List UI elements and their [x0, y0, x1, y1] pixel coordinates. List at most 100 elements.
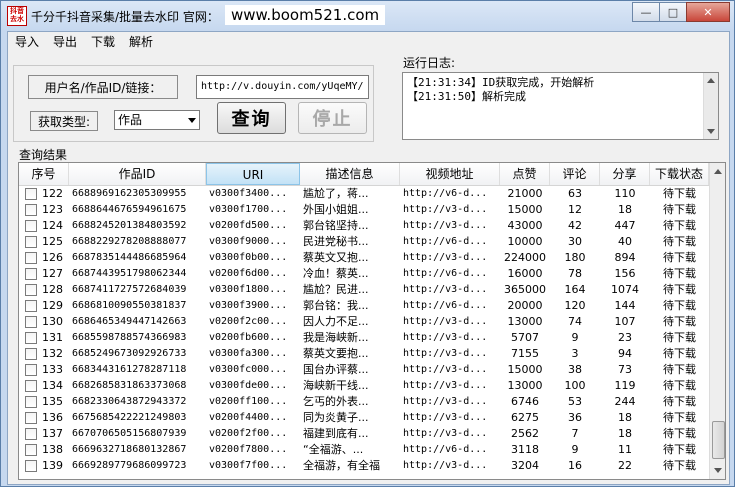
- col-desc: 国台办评蔡...: [303, 363, 369, 376]
- close-button[interactable]: ✕: [686, 2, 730, 22]
- col-shares: 18: [618, 411, 632, 424]
- row-number: 126: [42, 251, 63, 264]
- title-bar[interactable]: 抖音 去水 千分千抖音采集/批量去水印 官网： www.boom521.com …: [1, 1, 734, 31]
- scroll-thumb[interactable]: [712, 421, 725, 459]
- menu-export[interactable]: 导出: [46, 32, 84, 52]
- col-comments: 53: [568, 395, 582, 408]
- col-uri: v0200f7800...: [209, 444, 288, 455]
- row-checkbox[interactable]: [25, 284, 37, 296]
- row-checkbox[interactable]: [25, 348, 37, 360]
- col-likes: 2562: [511, 427, 539, 440]
- maximize-button[interactable]: □: [659, 2, 687, 22]
- row-checkbox[interactable]: [25, 220, 37, 232]
- col-video: http://v6-d...: [403, 188, 488, 199]
- table-scrollbar[interactable]: [709, 163, 725, 479]
- header-col-status[interactable]: 下载状态: [650, 163, 709, 185]
- link-input[interactable]: http://v.douyin.com/yUqeMY/: [196, 75, 369, 99]
- row-checkbox[interactable]: [25, 188, 37, 200]
- col-likes: 3118: [511, 443, 539, 456]
- header-col-no[interactable]: 序号: [19, 163, 69, 185]
- menu-parse[interactable]: 解析: [122, 32, 160, 52]
- row-checkbox[interactable]: [25, 364, 37, 376]
- table-row[interactable]: 122 6688969162305309955 v0300f3400... 尴尬了，蒋…: [19, 186, 709, 202]
- table-row[interactable]: 125 6688229278208888077 v0300f9000... 民进党秘书…: [19, 234, 709, 250]
- query-button[interactable]: 查询: [217, 102, 286, 134]
- results-table: 序号 作品ID URI 描述信息 视频地址 点赞 评论 分享 下载状态 122 668896916…: [18, 162, 726, 480]
- row-checkbox[interactable]: [25, 380, 37, 392]
- col-work-id: 6688969162305309955: [72, 188, 187, 199]
- scroll-down-icon[interactable]: [707, 129, 715, 134]
- table-row[interactable]: 132 6685249673092926733 v0300fa300... 蔡英文要抱…: [19, 346, 709, 362]
- header-col-comments[interactable]: 评论: [550, 163, 600, 185]
- website-label: www.boom521.com: [225, 5, 386, 25]
- log-scrollbar[interactable]: [703, 73, 718, 139]
- table-row[interactable]: 124 6688245201384803592 v0200fd500... 郭台铭坚持…: [19, 218, 709, 234]
- row-checkbox[interactable]: [25, 332, 37, 344]
- col-desc: 民进党秘书...: [303, 235, 369, 248]
- col-likes: 16000: [507, 267, 543, 280]
- table-row[interactable]: 123 6688644676594961675 v0300f1700... 外国小姐姐…: [19, 202, 709, 218]
- input-label: 用户名/作品ID/链接：: [28, 75, 178, 99]
- col-comments: 100: [564, 379, 586, 392]
- menu-download[interactable]: 下载: [84, 32, 122, 52]
- row-checkbox[interactable]: [25, 412, 37, 424]
- col-comments: 16: [568, 459, 582, 472]
- minimize-button[interactable]: —: [632, 2, 660, 22]
- row-checkbox[interactable]: [25, 300, 37, 312]
- row-checkbox[interactable]: [25, 204, 37, 216]
- row-number: 127: [42, 267, 63, 280]
- col-likes: 224000: [504, 251, 546, 264]
- col-comments: 12: [568, 203, 582, 216]
- row-checkbox[interactable]: [25, 396, 37, 408]
- table-row[interactable]: 139 6669289779686099723 v0300f7f00... 全福游，有…: [19, 458, 709, 474]
- header-col-desc[interactable]: 描述信息: [300, 163, 400, 185]
- row-checkbox[interactable]: [25, 316, 37, 328]
- col-status: 待下载: [663, 395, 696, 408]
- col-work-id: 6669289779686099723: [72, 460, 187, 471]
- table-row[interactable]: 133 6683443161278287118 v0300fc000... 国台办评蔡…: [19, 362, 709, 378]
- col-work-id: 6688644676594961675: [72, 204, 187, 215]
- header-col-likes[interactable]: 点赞: [500, 163, 550, 185]
- col-video: http://v6-d...: [403, 300, 488, 311]
- col-likes: 15000: [507, 203, 543, 216]
- table-row[interactable]: 126 6687835144486685964 v0300f0b00... 蔡英文又抱…: [19, 250, 709, 266]
- table-row[interactable]: 130 6686465349447142663 v0200f2c00... 因人力不足…: [19, 314, 709, 330]
- scroll-down-icon[interactable]: [714, 468, 722, 473]
- log-box[interactable]: 【21:31:34】ID获取完成，开始解析 【21:31:50】解析完成: [402, 72, 719, 140]
- row-checkbox[interactable]: [25, 428, 37, 440]
- table-row[interactable]: 129 6686810090550381837 v0300f3900... 郭台铭：我…: [19, 298, 709, 314]
- table-row[interactable]: 134 6682685831863373068 v0300fde00... 海峡新干线…: [19, 378, 709, 394]
- row-number: 123: [42, 203, 63, 216]
- table-body: 122 6688969162305309955 v0300f3400... 尴尬了，蒋…: [19, 186, 709, 474]
- row-checkbox[interactable]: [25, 268, 37, 280]
- menu-import[interactable]: 导入: [8, 32, 46, 52]
- col-likes: 6275: [511, 411, 539, 424]
- app-logo-icon: 抖音 去水: [7, 6, 27, 26]
- header-col-shares[interactable]: 分享: [600, 163, 650, 185]
- table-row[interactable]: 127 6687443951798062344 v0200f6d00... 冷血！蔡英…: [19, 266, 709, 282]
- scroll-up-icon[interactable]: [707, 78, 715, 83]
- row-checkbox[interactable]: [25, 444, 37, 456]
- type-select[interactable]: 作品: [114, 110, 200, 130]
- stop-button[interactable]: 停止: [298, 102, 367, 134]
- col-comments: 9: [571, 443, 579, 456]
- row-checkbox[interactable]: [25, 236, 37, 248]
- col-likes: 21000: [507, 187, 543, 200]
- header-col-uri[interactable]: URI: [206, 163, 300, 185]
- table-row[interactable]: 138 6669632718680132867 v0200f7800... “全福游、…: [19, 442, 709, 458]
- row-checkbox[interactable]: [25, 252, 37, 264]
- table-row[interactable]: 128 6687411727572684039 v0300f1800... 尴尬？民进…: [19, 282, 709, 298]
- window-controls: — □ ✕: [632, 2, 730, 22]
- table-row[interactable]: 136 6675685422221249803 v0200f4400... 同为炎黄子…: [19, 410, 709, 426]
- col-comments: 180: [564, 251, 586, 264]
- header-col-video[interactable]: 视频地址: [400, 163, 500, 185]
- table-row[interactable]: 135 6682330643872943372 v0200ff100... 乞丐的外表…: [19, 394, 709, 410]
- table-row[interactable]: 137 6670706505156807939 v0200f2f00... 福建到底有…: [19, 426, 709, 442]
- col-no: 134: [19, 378, 69, 394]
- scroll-up-icon[interactable]: [714, 169, 722, 174]
- table-row[interactable]: 131 6685598788574366983 v0200fb600... 我是海峡新…: [19, 330, 709, 346]
- header-col-work-id[interactable]: 作品ID: [69, 163, 206, 185]
- col-no: 127: [19, 266, 69, 282]
- row-checkbox[interactable]: [25, 460, 37, 472]
- col-likes: 20000: [507, 299, 543, 312]
